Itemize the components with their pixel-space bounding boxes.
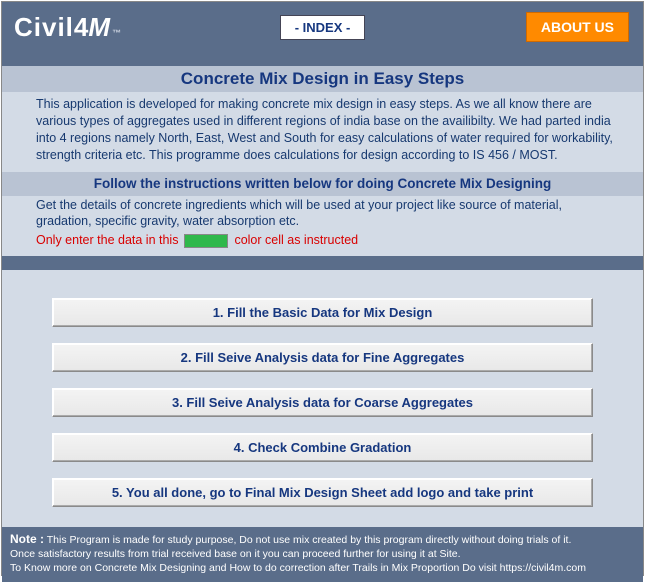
subtitle: Follow the instructions written below fo… [94, 176, 552, 191]
color-hint-b: color cell as instructed [234, 232, 358, 249]
instructions-text: Get the details of concrete ingredients … [2, 196, 643, 232]
green-cell-sample [184, 234, 228, 248]
footer-note-label: Note : [10, 532, 44, 546]
step-4-button[interactable]: 4. Check Combine Gradation [52, 433, 593, 462]
intro-text: This application is developed for making… [2, 92, 643, 170]
index-button[interactable]: - INDEX - [280, 15, 366, 40]
footer-line1: This Program is made for study purpose, … [44, 534, 571, 546]
footer-line3: To Know more on Concrete Mix Designing a… [10, 561, 635, 575]
color-hint-row: Only enter the data in this color cell a… [2, 231, 643, 250]
subtitle-bar: Follow the instructions written below fo… [2, 172, 643, 196]
step-5-button[interactable]: 5. You all done, go to Final Mix Design … [52, 478, 593, 507]
footer-line2: Once satisfactory results from trial rec… [10, 547, 635, 561]
color-hint-a: Only enter the data in this [36, 232, 178, 249]
step-2-button[interactable]: 2. Fill Seive Analysis data for Fine Agg… [52, 343, 593, 372]
page-title: Concrete Mix Design in Easy Steps [181, 69, 464, 88]
steps-area: 1. Fill the Basic Data for Mix Design 2.… [2, 256, 643, 527]
about-us-button[interactable]: ABOUT US [526, 12, 629, 42]
page-title-bar: Concrete Mix Design in Easy Steps [2, 66, 643, 92]
footer: Note : This Program is made for study pu… [2, 527, 643, 582]
step-1-button[interactable]: 1. Fill the Basic Data for Mix Design [52, 298, 593, 327]
step-3-button[interactable]: 3. Fill Seive Analysis data for Coarse A… [52, 388, 593, 417]
